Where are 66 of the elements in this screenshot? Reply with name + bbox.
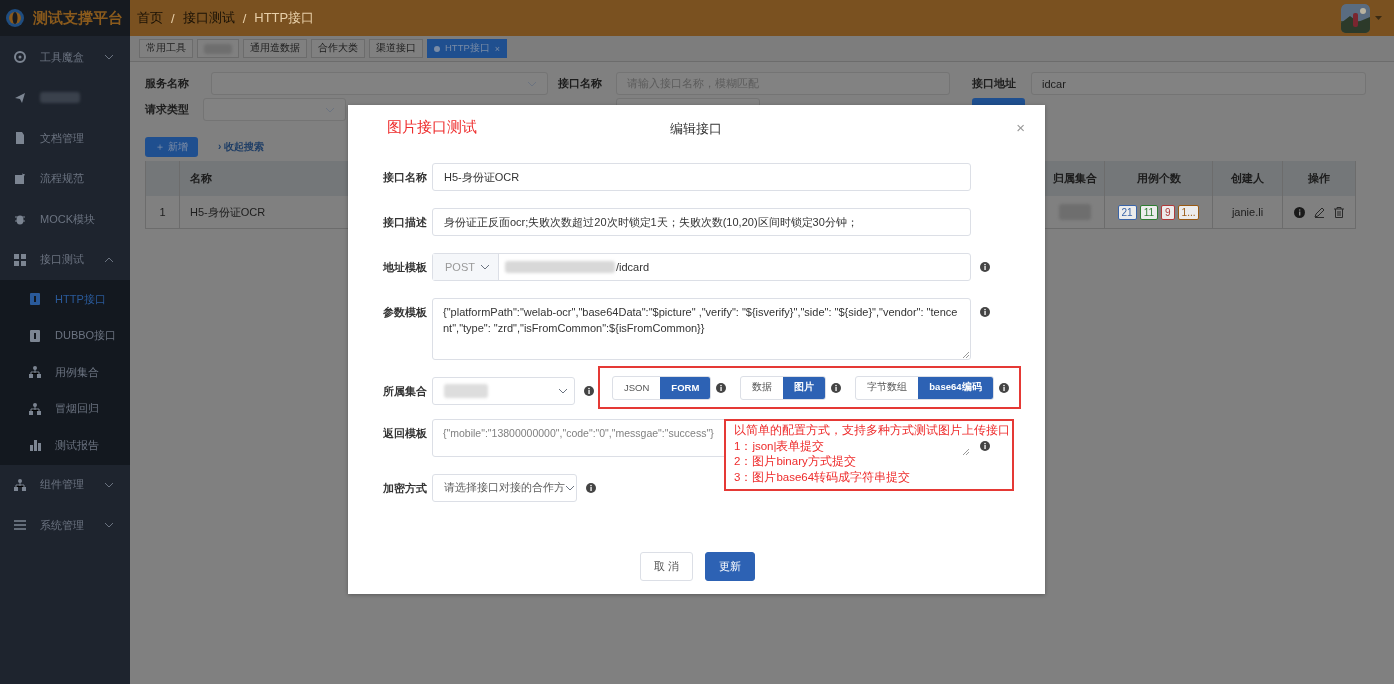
column-header: 操作 — [1283, 161, 1356, 196]
field-label: 加密方式 — [383, 481, 428, 496]
field-label: 接口描述 — [383, 215, 428, 230]
tab[interactable]: 常用工具 — [139, 39, 193, 58]
menu-item[interactable]: 流程规范 — [0, 158, 130, 199]
text-area[interactable]: {"platformPath":"welab-ocr","base64Data":"$picture" ,"verify": "${isverify}","side": "${side}","vendor": "tencent","type": "zrd","isFromCommon":${isFromCommon}} — [432, 298, 971, 360]
submenu-item[interactable]: 冒烟回归 — [0, 390, 130, 427]
breadcrumb-separator: / — [171, 10, 175, 26]
column-header: 创建人 — [1213, 161, 1283, 196]
submenu-item[interactable]: HTTP接口 — [0, 281, 130, 318]
annotation-text: 2：图片binary方式提交 — [734, 454, 856, 469]
table-cell: 1 — [145, 196, 180, 229]
submenu-item[interactable]: 测试报告 — [0, 427, 130, 464]
field-label: 接口名称 — [383, 170, 428, 185]
close-button[interactable]: × — [1016, 118, 1025, 136]
menu-item[interactable]: 系统管理 — [0, 505, 130, 546]
annotation-text: 1：json|表单提交 — [734, 438, 825, 454]
field-label: 服务名称 — [145, 76, 190, 91]
app-title: 测试支撑平台 — [33, 8, 123, 28]
menu-item[interactable]: 接口测试 — [0, 239, 130, 280]
count-badge: 11 — [1139, 204, 1158, 220]
tab[interactable]: 通用造数据 — [243, 39, 307, 58]
column-header: 归属集合 — [1045, 161, 1105, 196]
breadcrumb-item[interactable]: 接口测试 — [182, 9, 235, 27]
annotation-text: 3：图片base64转码成字符串提交 — [734, 469, 911, 485]
input-field[interactable]: H5-身份证OCR — [432, 163, 971, 191]
add-button[interactable]: ＋ 新增 — [145, 137, 198, 157]
field-label: 返回模板 — [383, 426, 428, 441]
toggle-option[interactable]: FORM — [660, 376, 711, 399]
field-label: 参数模板 — [383, 305, 428, 320]
collapse-link[interactable]: › 收起搜索 — [218, 140, 265, 154]
submenu-item[interactable]: DUBBO接口 — [0, 317, 130, 354]
count-badge: 1... — [1177, 204, 1200, 220]
toggle-option[interactable]: 图片 — [783, 376, 826, 399]
field-label: 接口名称 — [558, 76, 603, 91]
field-label: 所属集合 — [383, 384, 428, 399]
annotation-title: 图片接口测试 — [387, 117, 477, 137]
cancel-button[interactable]: 取 消 — [640, 552, 693, 581]
count-badge: 21 — [1117, 204, 1137, 220]
toggle-option[interactable]: 数据 — [741, 376, 784, 399]
table-cell: janie.li — [1213, 196, 1283, 229]
field-label: 请求类型 — [145, 102, 190, 117]
breadcrumb-item[interactable]: 首页 — [137, 9, 163, 27]
menu-item[interactable]: MOCK模块 — [0, 199, 130, 240]
breadcrumb-item: HTTP接口 — [254, 9, 315, 27]
column-header: 用例个数 — [1105, 161, 1213, 196]
tab[interactable]: 渠道接口 — [369, 39, 423, 58]
dialog-title: 编辑接口 — [670, 120, 722, 138]
menu-item[interactable]: 工具魔盒 — [0, 37, 130, 78]
input-field[interactable]: 身份证正反面ocr;失败次数超过20次时锁定1天；失败次数(10,20)区间时锁定30分钟； — [432, 208, 971, 236]
update-button[interactable]: 更新 — [705, 552, 755, 581]
field-label: 地址模板 — [383, 260, 428, 275]
input-field[interactable]: idcar — [1031, 72, 1366, 95]
field-label: 接口地址 — [972, 76, 1017, 91]
count-badge: 9 — [1161, 204, 1175, 220]
select-field[interactable]: 请选择接口对接的合作方 — [432, 474, 577, 502]
tab[interactable]: 合作大类 — [311, 39, 365, 58]
toggle-option[interactable]: base64编码 — [918, 376, 993, 399]
menu-item[interactable]: 组件管理 — [0, 464, 130, 505]
submenu-item[interactable]: 用例集合 — [0, 354, 130, 391]
menu-item[interactable]: 文档管理 — [0, 118, 130, 159]
breadcrumb-separator: / — [242, 10, 247, 26]
close-icon[interactable]: × — [494, 43, 501, 54]
toggle-option[interactable]: 字节数组 — [856, 376, 919, 399]
tab[interactable]: HTTP接口 × — [427, 39, 508, 58]
toggle-option[interactable]: JSON — [613, 376, 661, 399]
